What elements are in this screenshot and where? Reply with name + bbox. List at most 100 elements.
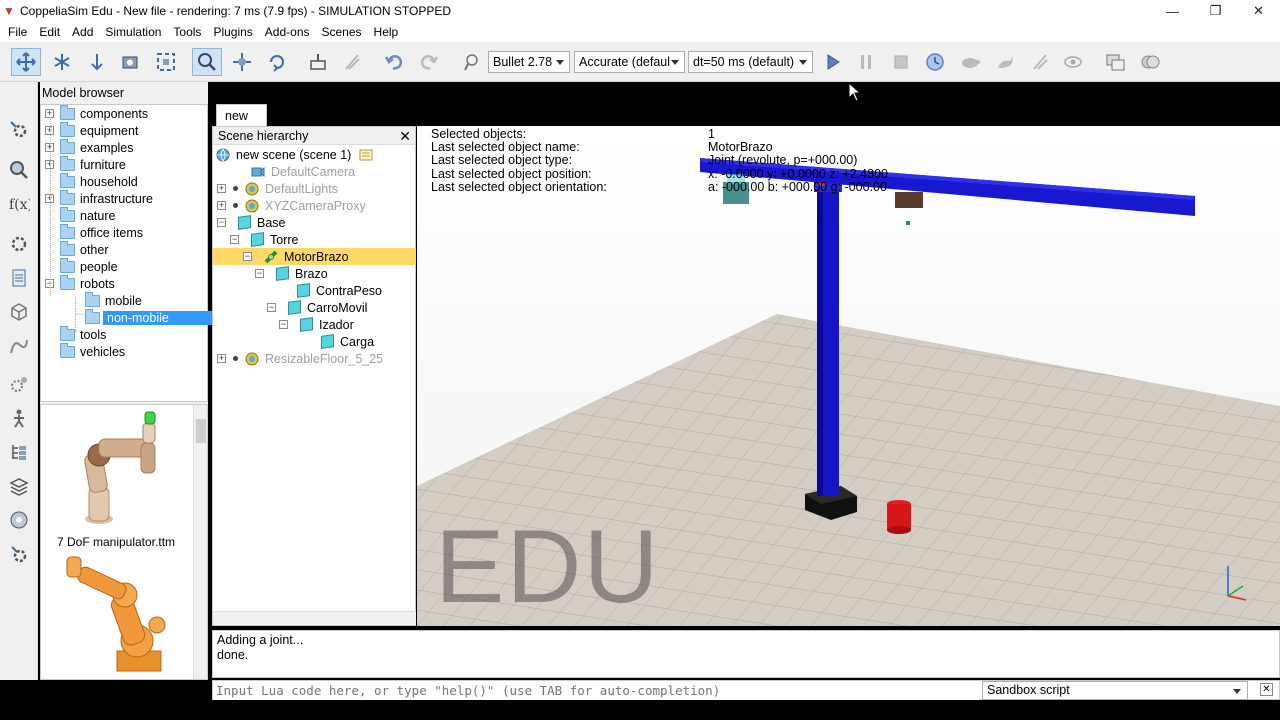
menu-plugins[interactable]: Plugins bbox=[207, 22, 258, 42]
abb-irb140-thumbnail[interactable] bbox=[57, 555, 177, 675]
expand-icon[interactable]: + bbox=[217, 184, 226, 193]
7dof-manipulator-thumbnail[interactable] bbox=[59, 409, 169, 529]
status-line: done. bbox=[217, 648, 249, 662]
scripts-button[interactable]: f(x) bbox=[5, 190, 33, 218]
camera-angle-icon bbox=[122, 56, 138, 69]
menu-tools[interactable]: Tools bbox=[167, 22, 207, 42]
menu-add-ons[interactable]: Add-ons bbox=[259, 22, 316, 42]
camera-opening-button[interactable] bbox=[115, 48, 145, 76]
threaded-rendering-button[interactable] bbox=[1025, 48, 1055, 76]
toggle-visualization-button[interactable] bbox=[1058, 48, 1088, 76]
camera-rotate-button[interactable] bbox=[47, 48, 77, 76]
collapse-icon[interactable]: − bbox=[267, 303, 276, 312]
pause-icon bbox=[861, 55, 871, 69]
thumbnails-scrollbar[interactable] bbox=[193, 405, 207, 679]
hierarchy-item-brazo[interactable]: − Brazo bbox=[255, 265, 328, 282]
restore-button[interactable]: ❐ bbox=[1194, 0, 1237, 22]
scrollbar-thumb[interactable] bbox=[196, 419, 206, 443]
click-select-button[interactable] bbox=[192, 48, 222, 76]
menu-simulation[interactable]: Simulation bbox=[99, 22, 167, 42]
shift-camera-icon bbox=[91, 54, 103, 71]
folder-mobile[interactable]: mobile bbox=[85, 291, 142, 309]
paths-button[interactable] bbox=[5, 332, 33, 360]
object-shift-button[interactable] bbox=[227, 48, 257, 76]
collections-button[interactable] bbox=[5, 370, 33, 398]
collapse-icon[interactable]: − bbox=[230, 235, 239, 244]
hierarchy-item-defaultlights[interactable]: + DefaultLights bbox=[217, 180, 338, 197]
shape-gear-icon bbox=[11, 236, 27, 252]
menu-file[interactable]: File bbox=[2, 22, 33, 42]
path-icon bbox=[10, 339, 28, 354]
function-icon: f(x) bbox=[9, 197, 30, 213]
hierarchy-item-xyzcameraproxy[interactable]: + XYZCameraProxy bbox=[217, 197, 366, 214]
assemble-button[interactable] bbox=[303, 48, 333, 76]
menu-add[interactable]: Add bbox=[66, 22, 99, 42]
ik-button[interactable] bbox=[5, 404, 33, 432]
hierarchy-item-torre[interactable]: − Torre bbox=[230, 231, 298, 248]
expand-icon[interactable]: + bbox=[217, 201, 226, 210]
hierarchy-item-motorbrazo[interactable]: − MotorBrazo bbox=[213, 248, 416, 265]
fit-to-view-button[interactable] bbox=[151, 48, 181, 76]
collapse-icon[interactable]: − bbox=[255, 269, 264, 278]
hierarchy-item-carga[interactable]: Carga bbox=[321, 333, 374, 350]
redo-button[interactable] bbox=[414, 48, 444, 76]
hierarchy-item-contrapeso[interactable]: ContraPeso bbox=[297, 282, 382, 299]
collapse-icon[interactable]: − bbox=[279, 320, 288, 329]
camera-shift-button[interactable] bbox=[82, 48, 112, 76]
minimize-button[interactable]: — bbox=[1151, 0, 1194, 22]
real-time-mode-button[interactable] bbox=[920, 48, 950, 76]
user-settings-button[interactable] bbox=[5, 540, 33, 568]
transfer-dna-button[interactable] bbox=[337, 48, 367, 76]
script-select[interactable]: Sandbox script bbox=[982, 681, 1248, 700]
selection-button[interactable] bbox=[5, 438, 33, 466]
slow-down-button[interactable] bbox=[955, 48, 985, 76]
timestep-select[interactable]: dt=50 ms (default) bbox=[688, 51, 813, 73]
camera-pan-button[interactable] bbox=[11, 48, 41, 76]
hierarchy-item-defaultcamera[interactable]: DefaultCamera bbox=[251, 163, 355, 180]
model-browser-toggle-button[interactable] bbox=[5, 506, 33, 534]
dynamics-toggle-button[interactable] bbox=[458, 48, 488, 76]
hierarchy-item-resizablefloor[interactable]: + ResizableFloor_5_25 bbox=[217, 350, 383, 367]
folder-non-mobile[interactable]: non-mobile bbox=[85, 308, 213, 326]
menu-scenes[interactable]: Scenes bbox=[316, 22, 368, 42]
close-command-button[interactable]: ✕ bbox=[1260, 683, 1273, 696]
object-properties-button[interactable] bbox=[5, 298, 33, 326]
scene-selector-button[interactable] bbox=[1135, 48, 1165, 76]
lua-command-input[interactable] bbox=[213, 681, 979, 700]
shape-edit-button[interactable] bbox=[5, 230, 33, 258]
scene-viewport[interactable]: Selected objects: Last selected object n… bbox=[417, 126, 1280, 626]
physics-engine-select[interactable]: Bullet 2.78 bbox=[488, 51, 570, 73]
expand-icon[interactable]: + bbox=[217, 354, 226, 363]
hierarchy-item-scene[interactable]: new scene (scene 1) bbox=[216, 146, 373, 163]
layers-stack-button[interactable] bbox=[5, 472, 33, 500]
model-thumbnails: 7 DoF manipulator.ttm ABB IRB 140.ttm bbox=[40, 404, 208, 699]
accuracy-value: Accurate (defaul bbox=[579, 55, 671, 69]
page-selector-button[interactable] bbox=[1100, 48, 1130, 76]
undo-button[interactable] bbox=[379, 48, 409, 76]
hierarchy-item-carromovil[interactable]: − CarroMovil bbox=[267, 299, 367, 316]
hierarchy-title: Scene hierarchy bbox=[213, 127, 415, 145]
pause-simulation-button[interactable] bbox=[851, 48, 881, 76]
close-hierarchy-button[interactable]: ✕ bbox=[399, 127, 411, 145]
hierarchy-item-izador[interactable]: − Izador bbox=[279, 316, 354, 333]
calculation-modules-button[interactable] bbox=[5, 156, 33, 184]
close-button[interactable]: ✕ bbox=[1237, 0, 1280, 22]
collapse-icon[interactable]: − bbox=[217, 218, 226, 227]
stop-simulation-button[interactable] bbox=[886, 48, 916, 76]
object-rotate-button[interactable] bbox=[262, 48, 292, 76]
speed-up-button[interactable] bbox=[990, 48, 1020, 76]
start-simulation-button[interactable] bbox=[817, 48, 847, 76]
visibility-dot-icon bbox=[233, 203, 238, 208]
menu-edit[interactable]: Edit bbox=[33, 22, 66, 42]
layers-button[interactable] bbox=[5, 264, 33, 292]
list-tree-icon bbox=[12, 445, 26, 460]
simulation-settings-button[interactable] bbox=[5, 116, 33, 144]
collapse-icon[interactable]: − bbox=[243, 252, 252, 261]
script-document-icon[interactable] bbox=[359, 149, 373, 161]
accuracy-select[interactable]: Accurate (defaul bbox=[574, 51, 685, 73]
model-globe-icon bbox=[245, 352, 259, 365]
hierarchy-item-base[interactable]: − Base bbox=[217, 214, 286, 231]
hierarchy-scrollbar[interactable] bbox=[213, 611, 416, 625]
menu-help[interactable]: Help bbox=[368, 22, 405, 42]
tab-new-scene[interactable]: new scene bbox=[216, 104, 268, 145]
